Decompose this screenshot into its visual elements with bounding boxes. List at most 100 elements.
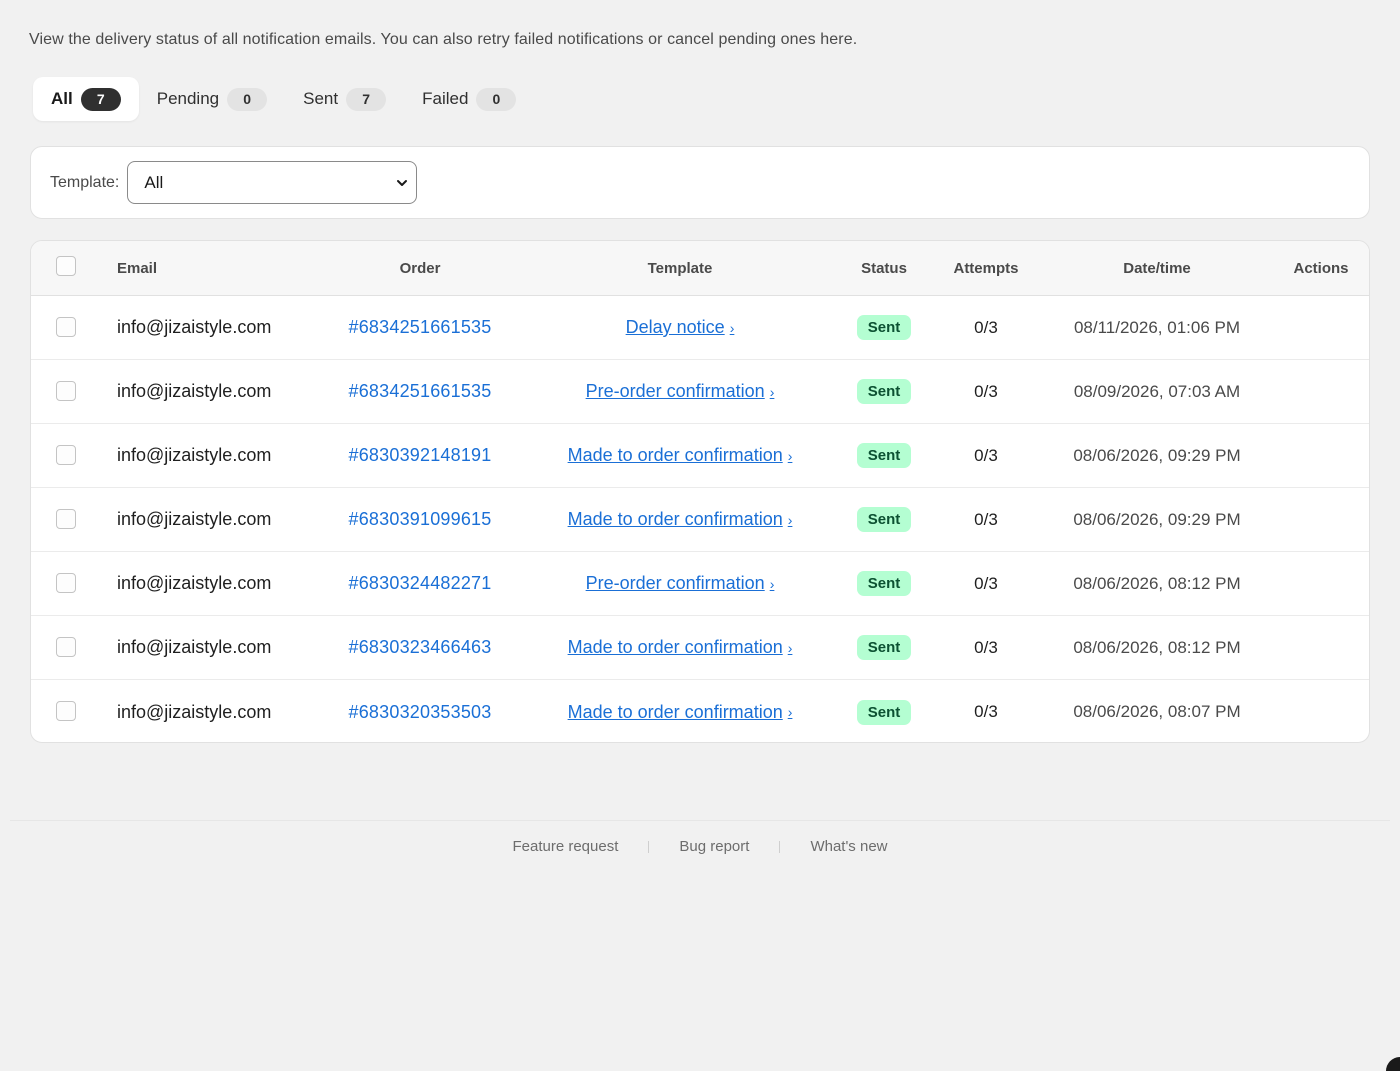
order-link[interactable]: #6830320353503 [349, 702, 492, 723]
tab-count-badge: 7 [346, 87, 387, 111]
datetime-value: 08/06/2026, 08:12 PM [1073, 573, 1241, 593]
attempts-count: 0/3 [974, 573, 998, 593]
table-row: info@jizaistyle.com #6830324482271 Pre-o… [31, 552, 1369, 616]
column-header-template: Template [647, 259, 713, 277]
datetime-value: 08/06/2026, 08:12 PM [1073, 637, 1241, 657]
tab-count-badge: 0 [476, 87, 517, 111]
table-row: info@jizaistyle.com #6830323466463 Made … [31, 616, 1369, 680]
tab-label: Pending [156, 89, 220, 108]
row-checkbox[interactable] [56, 444, 76, 465]
column-header-email: Email [117, 259, 158, 277]
chevron-down-icon [397, 179, 408, 186]
datetime-value: 08/06/2026, 09:29 PM [1073, 445, 1241, 465]
recipient-email: info@jizaistyle.com [117, 317, 272, 337]
chevron-right-icon[interactable]: › [788, 640, 793, 656]
bug-report-link[interactable]: Bug report [679, 838, 749, 855]
attempts-count: 0/3 [974, 445, 998, 465]
datetime-value: 08/06/2026, 08:07 PM [1073, 702, 1241, 721]
chevron-right-icon[interactable]: › [770, 384, 775, 400]
recipient-email: info@jizaistyle.com [117, 509, 272, 529]
tab-count-badge: 7 [80, 87, 121, 111]
status-badge: Sent [856, 379, 912, 404]
status-tabs: All 7 Pending 0 Sent 7 Failed 0 [33, 77, 534, 121]
window-corner [1386, 1057, 1400, 1071]
order-link[interactable]: #6830391099615 [349, 509, 492, 530]
recipient-email: info@jizaistyle.com [117, 445, 272, 465]
table-row: info@jizaistyle.com #6830320353503 Made … [31, 680, 1369, 742]
status-badge: Sent [856, 571, 912, 596]
order-link[interactable]: #6830324482271 [349, 573, 492, 594]
tab-label: All [51, 89, 73, 108]
recipient-email: info@jizaistyle.com [117, 701, 272, 722]
footer-separator [779, 840, 781, 853]
row-checkbox[interactable] [56, 316, 76, 337]
table-row: info@jizaistyle.com #6830392148191 Made … [31, 424, 1369, 488]
template-link[interactable]: Pre-order confirmation [586, 573, 765, 594]
column-header-status: Status [861, 259, 907, 277]
datetime-value: 08/11/2026, 01:06 PM [1073, 317, 1241, 337]
footer-separator [648, 840, 650, 853]
row-checkbox[interactable] [56, 508, 76, 529]
table-row: info@jizaistyle.com #6834251661535 Pre-o… [31, 360, 1369, 424]
template-link[interactable]: Made to order confirmation [568, 637, 783, 658]
filter-card: Template: All [30, 146, 1370, 219]
table-header: Email Order Template Status Attempts Dat… [31, 241, 1369, 296]
order-link[interactable]: #6834251661535 [349, 381, 492, 402]
tab-label: Failed [422, 89, 469, 108]
chevron-right-icon[interactable]: › [788, 448, 793, 464]
attempts-count: 0/3 [974, 637, 998, 657]
tab-label: Sent [303, 89, 339, 108]
order-link[interactable]: #6834251661535 [349, 317, 492, 338]
table-row: info@jizaistyle.com #6834251661535 Delay… [31, 296, 1369, 360]
status-badge: Sent [856, 635, 912, 660]
datetime-value: 08/06/2026, 09:29 PM [1073, 509, 1241, 529]
recipient-email: info@jizaistyle.com [117, 573, 272, 593]
feature-request-link[interactable]: Feature request [512, 838, 618, 855]
chevron-right-icon[interactable]: › [770, 576, 775, 592]
template-link[interactable]: Delay notice [626, 317, 725, 338]
column-header-actions: Actions [1293, 259, 1349, 277]
row-checkbox[interactable] [56, 380, 76, 401]
attempts-count: 0/3 [974, 381, 998, 401]
chevron-right-icon[interactable]: › [730, 320, 735, 336]
footer-links: Feature request Bug report What's new [0, 838, 1400, 855]
attempts-count: 0/3 [974, 317, 998, 337]
template-link[interactable]: Made to order confirmation [568, 445, 783, 466]
status-badge: Sent [856, 507, 912, 532]
status-badge: Sent [856, 315, 912, 340]
page-description: View the delivery status of all notifica… [29, 31, 858, 48]
template-link[interactable]: Made to order confirmation [568, 702, 783, 723]
template-link[interactable]: Made to order confirmation [568, 509, 783, 530]
tab-count-badge: 0 [227, 87, 268, 111]
column-header-attempts: Attempts [953, 259, 1019, 277]
chevron-right-icon[interactable]: › [788, 512, 793, 528]
template-filter-label: Template: [50, 173, 120, 191]
notifications-table: Email Order Template Status Attempts Dat… [30, 240, 1370, 743]
column-header-order: Order [399, 259, 441, 277]
tab-pending[interactable]: Pending 0 [139, 77, 285, 121]
template-link[interactable]: Pre-order confirmation [586, 381, 765, 402]
whats-new-link[interactable]: What's new [810, 838, 887, 855]
chevron-right-icon[interactable]: › [788, 704, 793, 720]
tab-sent[interactable]: Sent 7 [285, 77, 404, 121]
recipient-email: info@jizaistyle.com [117, 381, 272, 401]
attempts-count: 0/3 [974, 702, 998, 721]
status-badge: Sent [856, 699, 912, 725]
row-checkbox[interactable] [56, 636, 76, 657]
datetime-value: 08/09/2026, 07:03 AM [1073, 381, 1241, 401]
tab-all[interactable]: All 7 [33, 77, 139, 121]
select-all-checkbox[interactable] [56, 256, 76, 276]
attempts-count: 0/3 [974, 509, 998, 529]
recipient-email: info@jizaistyle.com [117, 637, 272, 657]
column-header-datetime: Date/time [1123, 259, 1191, 277]
row-checkbox[interactable] [56, 701, 76, 721]
order-link[interactable]: #6830392148191 [349, 445, 492, 466]
template-filter-value: All [144, 172, 164, 192]
row-checkbox[interactable] [56, 572, 76, 593]
template-filter-select[interactable]: All [127, 161, 418, 204]
table-row: info@jizaistyle.com #6830391099615 Made … [31, 488, 1369, 552]
order-link[interactable]: #6830323466463 [349, 637, 492, 658]
tab-failed[interactable]: Failed 0 [404, 77, 534, 121]
status-badge: Sent [856, 443, 912, 468]
footer-divider [10, 820, 1390, 821]
